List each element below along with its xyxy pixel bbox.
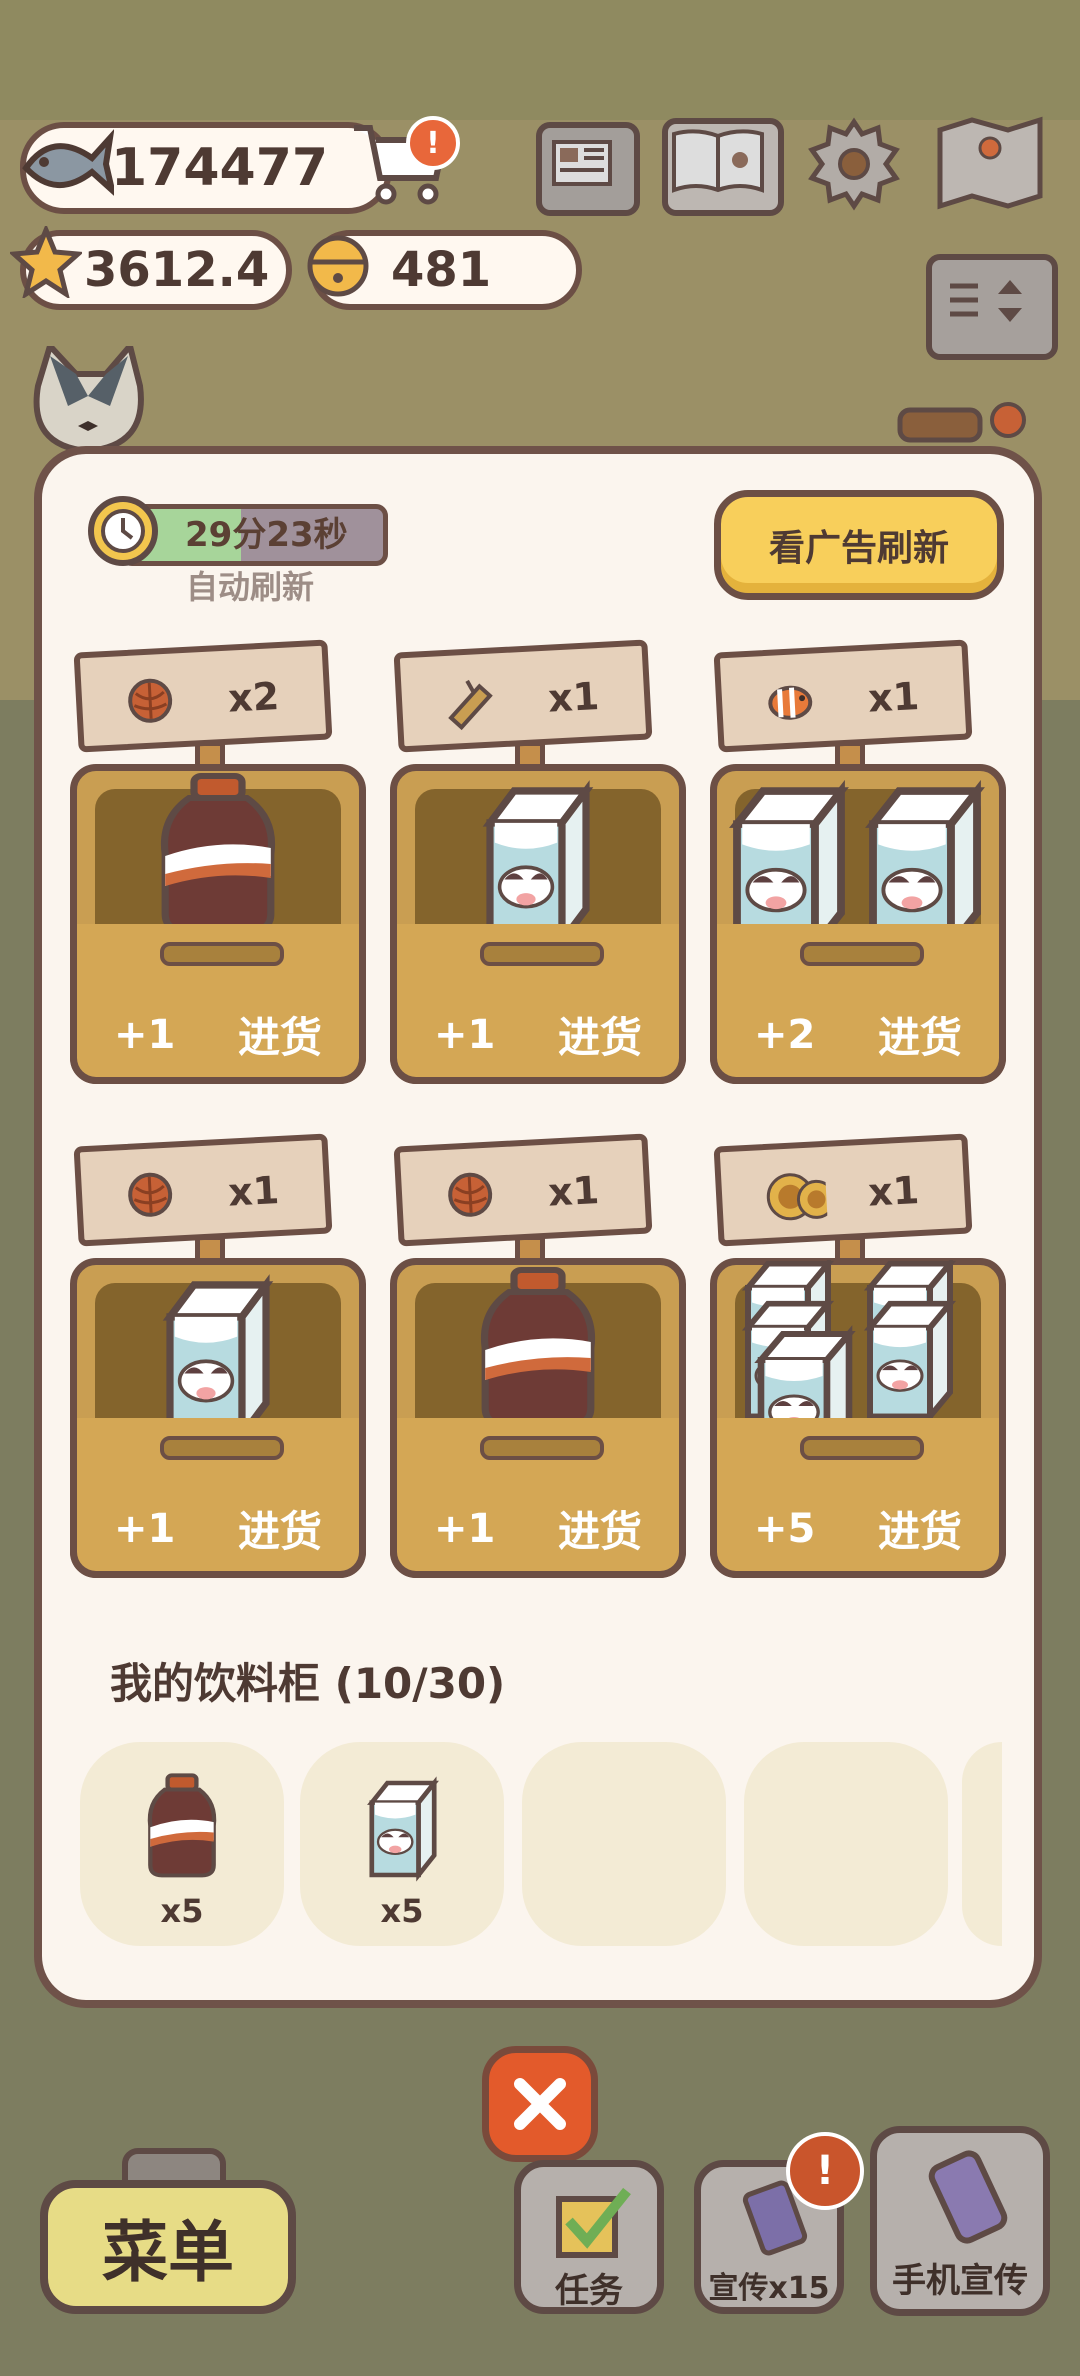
- auto-refresh-label: 自动刷新: [186, 568, 315, 606]
- milk-carton-goods: [710, 1255, 1006, 1465]
- scooter-decoration-icon: [884, 390, 1044, 454]
- sign-quantity: x1: [867, 1168, 921, 1215]
- sign-quantity: x2: [227, 674, 281, 721]
- cabinet-item-partial: [962, 1742, 1002, 1946]
- bell-icon: [302, 228, 374, 300]
- cabinet-item[interactable]: x5: [80, 1742, 284, 1946]
- cola-bottle-goods: [390, 1260, 686, 1430]
- cabinet-item-count: x5: [380, 1892, 424, 1930]
- sunflower-icon: [766, 1173, 828, 1221]
- restock-amount: +2: [754, 1012, 816, 1058]
- restock-amount: +5: [754, 1506, 816, 1552]
- restock-button[interactable]: 进货: [238, 1004, 322, 1065]
- tasks-label: 任务: [555, 2271, 623, 2311]
- map-icon[interactable]: [934, 114, 1046, 214]
- cola-bottle-goods: [70, 766, 366, 936]
- sign-quantity: x1: [227, 1168, 281, 1215]
- sign-quantity: x1: [867, 674, 921, 721]
- restock-amount: +1: [434, 1012, 496, 1058]
- yarn-ball-icon: [448, 1172, 493, 1217]
- cabinet-item-count: x5: [160, 1892, 204, 1930]
- tasks-button[interactable]: 任务: [514, 2160, 664, 2314]
- shop-slot[interactable]: x1 +1 进货: [70, 1133, 366, 1580]
- milk-carton-goods: [390, 766, 686, 952]
- paw-book-icon[interactable]: [662, 118, 784, 216]
- phone-icon: [928, 2150, 1008, 2244]
- promo-label: 宣传x15: [708, 2271, 830, 2306]
- close-button[interactable]: [482, 2046, 598, 2162]
- clock-icon: [86, 494, 160, 568]
- price-sign: x1: [393, 1133, 653, 1247]
- star-count: 3612.4: [84, 242, 270, 298]
- sign-quantity: x1: [547, 1168, 601, 1215]
- crate-slit: [480, 942, 604, 966]
- restock-button[interactable]: 进货: [558, 1498, 642, 1559]
- price-sign: x1: [73, 1133, 333, 1247]
- fish-icon: [22, 128, 114, 198]
- shop-slot[interactable]: x1 +2 进货: [710, 639, 1006, 1086]
- milk-carton-goods: [710, 766, 1006, 958]
- yarn-ball-icon: [128, 678, 173, 723]
- price-sign: x2: [73, 639, 333, 753]
- shop-slot[interactable]: x1 +1 进货: [390, 1133, 686, 1580]
- price-sign: x1: [393, 639, 653, 753]
- cabinet-item[interactable]: [744, 1742, 948, 1946]
- sign-quantity: x1: [547, 674, 601, 721]
- phone-promo-label: 手机宣传: [892, 2261, 1028, 2301]
- restock-button[interactable]: 进货: [558, 1004, 642, 1065]
- wood-log-icon: [448, 679, 493, 731]
- restock-button[interactable]: 进货: [238, 1498, 322, 1559]
- crate-slit: [160, 1436, 284, 1460]
- cola-bottle-icon: [147, 1773, 217, 1878]
- refresh-timer-bar: 29分23秒: [120, 504, 388, 566]
- background-ceiling: [0, 0, 1080, 120]
- settings-gear-icon[interactable]: [806, 116, 902, 216]
- layout-toggle-icon[interactable]: [926, 254, 1058, 360]
- shop-slot[interactable]: x1 +5 进货: [710, 1133, 1006, 1580]
- cabinet-item[interactable]: x5: [300, 1742, 504, 1946]
- cart-alert-badge: !: [406, 116, 460, 170]
- checkbox-icon: [556, 2187, 631, 2258]
- clownfish-icon: [768, 685, 813, 720]
- refresh-timer-text: 29分23秒: [185, 515, 348, 555]
- yarn-ball-icon: [128, 1172, 173, 1217]
- cat-character[interactable]: [28, 339, 148, 456]
- crate-slit: [800, 1436, 924, 1460]
- phone-promo-button[interactable]: 手机宣传: [870, 2126, 1050, 2316]
- watch-ad-refresh-button[interactable]: 看广告刷新: [714, 490, 1004, 600]
- crate-slit: [800, 942, 924, 966]
- promo-alert-badge: !: [786, 2132, 864, 2210]
- restock-amount: +1: [114, 1506, 176, 1552]
- star-icon: [10, 226, 82, 298]
- shop-slot[interactable]: x2 +1 进货: [70, 639, 366, 1086]
- price-sign: x1: [713, 639, 973, 753]
- crate-slit: [480, 1436, 604, 1460]
- cabinet-title: 我的饮料柜 (10/30): [110, 1659, 506, 1708]
- milk-carton-icon: [367, 1776, 439, 1882]
- menu-button[interactable]: 菜单: [40, 2180, 296, 2314]
- bell-count: 481: [391, 242, 492, 298]
- milk-carton-goods: [70, 1260, 366, 1446]
- newspaper-icon[interactable]: [536, 122, 640, 216]
- restock-button[interactable]: 进货: [878, 1498, 962, 1559]
- price-sign: x1: [713, 1133, 973, 1247]
- shop-slot[interactable]: x1 +1 进货: [390, 639, 686, 1086]
- fish-count: 174477: [111, 138, 329, 198]
- restock-amount: +1: [114, 1012, 176, 1058]
- restock-button[interactable]: 进货: [878, 1004, 962, 1065]
- restock-amount: +1: [434, 1506, 496, 1552]
- close-icon: [514, 2078, 566, 2130]
- crate-slit: [160, 942, 284, 966]
- cabinet-item[interactable]: [522, 1742, 726, 1946]
